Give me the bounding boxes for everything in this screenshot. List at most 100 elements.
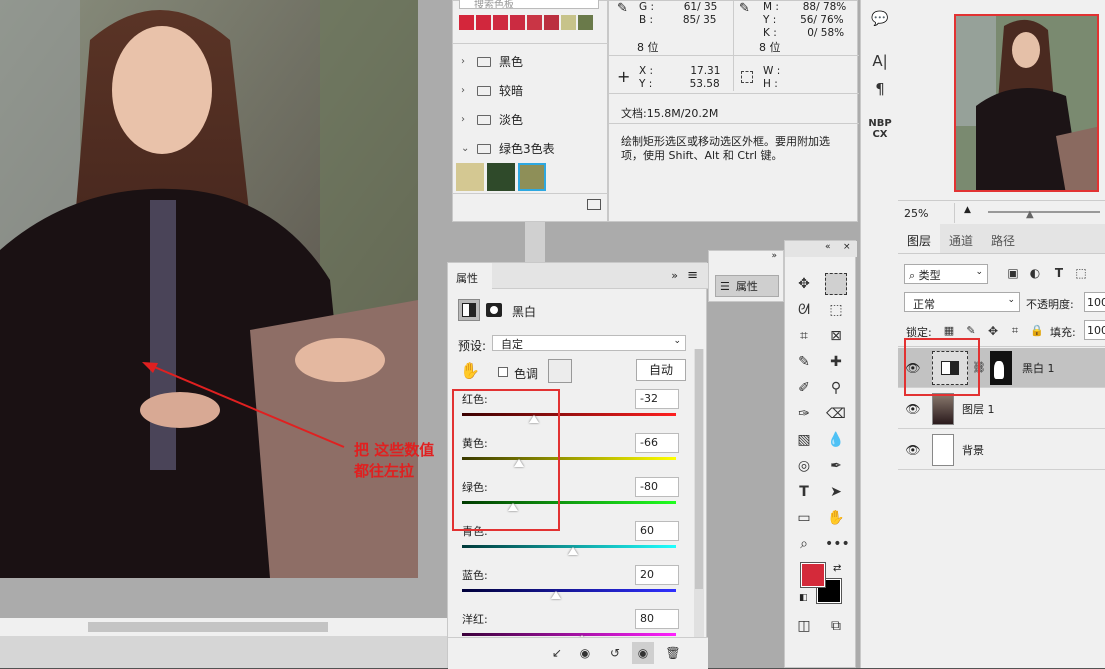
visibility-eye-icon[interactable]: 👁 bbox=[904, 402, 922, 416]
layer-filter-dropdown[interactable]: ⌕ 类型 ⌄ bbox=[904, 264, 988, 284]
preset-dropdown[interactable]: 自定 ⌄ bbox=[492, 335, 686, 351]
gradient-tool-icon[interactable]: ▧ bbox=[793, 429, 815, 451]
slider-value-input[interactable]: -66 bbox=[635, 433, 679, 453]
filter-type-icon[interactable]: T bbox=[1048, 262, 1070, 284]
color-swatch[interactable] bbox=[578, 15, 593, 30]
zoom-slider-thumb[interactable]: ▲ bbox=[1026, 209, 1034, 220]
clip-to-layer-icon[interactable]: ↙ bbox=[546, 642, 568, 664]
move-tool-icon[interactable]: ✥ bbox=[793, 273, 815, 295]
properties-scrollbar[interactable] bbox=[694, 349, 704, 637]
swatch-search-input[interactable]: 搜索色板 bbox=[459, 0, 599, 9]
tab-channels[interactable]: 通道 bbox=[940, 224, 982, 253]
lock-position-icon[interactable]: ✥ bbox=[982, 320, 1004, 342]
slider-thumb[interactable] bbox=[568, 547, 579, 555]
close-icon[interactable]: × bbox=[843, 242, 851, 252]
zoom-slider[interactable] bbox=[988, 211, 1100, 213]
filter-pixel-icon[interactable]: ▣ bbox=[1002, 262, 1024, 284]
dodge-tool-icon[interactable]: ◎ bbox=[793, 455, 815, 477]
slider-value-input[interactable]: 60 bbox=[635, 521, 679, 541]
slider-track[interactable] bbox=[462, 633, 676, 636]
crop-tool-icon[interactable]: ⌗ bbox=[793, 325, 815, 347]
foreground-color-swatch[interactable] bbox=[800, 562, 826, 588]
visibility-eye-icon[interactable]: ◉ bbox=[632, 642, 654, 664]
color-swatch[interactable] bbox=[476, 15, 491, 30]
auto-button[interactable]: 自动 bbox=[636, 359, 686, 381]
mask-icon[interactable] bbox=[486, 303, 502, 317]
visibility-eye-icon[interactable]: 👁 bbox=[904, 443, 922, 457]
path-select-icon[interactable]: ➤ bbox=[825, 481, 847, 503]
new-folder-icon[interactable] bbox=[587, 199, 601, 210]
color-swatch[interactable] bbox=[518, 163, 546, 191]
collapse-icon[interactable]: « bbox=[825, 242, 831, 252]
frame-tool-icon[interactable]: ⊠ bbox=[825, 325, 847, 347]
slider-value-input[interactable]: -80 bbox=[635, 477, 679, 497]
lasso-tool-icon[interactable]: ᘛ bbox=[793, 299, 815, 321]
reset-icon[interactable]: ↺ bbox=[604, 642, 626, 664]
glyphs-panel-icon[interactable]: NBP CX bbox=[863, 118, 897, 140]
character-panel-icon[interactable]: A| bbox=[869, 50, 891, 72]
swap-colors-icon[interactable]: ⇄ bbox=[833, 563, 841, 574]
layer-row-background[interactable]: 👁 背景 bbox=[898, 430, 1105, 470]
blend-mode-dropdown[interactable]: 正常 ⌄ bbox=[904, 292, 1020, 312]
screen-mode-icon[interactable]: ⧉ bbox=[825, 615, 847, 637]
collapse-icon[interactable]: » bbox=[671, 269, 678, 282]
color-swatch[interactable] bbox=[561, 15, 576, 30]
healing-brush-icon[interactable]: ✚ bbox=[825, 351, 847, 373]
navigator-thumbnail[interactable] bbox=[954, 14, 1099, 192]
color-swatch[interactable] bbox=[459, 15, 474, 30]
paragraph-panel-icon[interactable]: ¶ bbox=[869, 78, 891, 100]
zoom-value[interactable]: 25% bbox=[904, 207, 928, 220]
color-swatch[interactable] bbox=[487, 163, 515, 191]
brush-tool-icon[interactable]: ✐ bbox=[793, 377, 815, 399]
lock-artboard-icon[interactable]: ⌗ bbox=[1004, 320, 1026, 342]
chevron-right-icon[interactable]: › bbox=[461, 56, 469, 67]
swatch-folder-green3[interactable]: ⌄ 绿色3色表 bbox=[453, 134, 609, 163]
chevron-down-icon[interactable]: ⌄ bbox=[461, 143, 469, 154]
more-tools-icon[interactable]: ••• bbox=[825, 533, 850, 555]
filter-shape-icon[interactable]: ⬚ bbox=[1070, 262, 1092, 284]
rectangle-tool-icon[interactable]: ▭ bbox=[793, 507, 815, 529]
panel-menu-icon[interactable]: ≡ bbox=[687, 268, 698, 283]
slider-track[interactable] bbox=[462, 589, 676, 592]
object-select-icon[interactable]: ⬚ bbox=[825, 299, 847, 321]
stamp-tool-icon[interactable]: ⚲ bbox=[825, 377, 847, 399]
slider-value-input[interactable]: 80 bbox=[635, 609, 679, 629]
swatch-folder-light[interactable]: › 淡色 bbox=[453, 105, 609, 134]
default-colors-icon[interactable]: ◧ bbox=[799, 593, 808, 603]
tint-checkbox[interactable] bbox=[498, 367, 508, 377]
chevron-right-icon[interactable]: › bbox=[461, 114, 469, 125]
swatch-folder-darker[interactable]: › 较暗 bbox=[453, 76, 609, 105]
hand-tool-icon[interactable]: ✋ bbox=[825, 507, 847, 529]
tint-color-swatch[interactable] bbox=[548, 359, 572, 383]
tab-layers[interactable]: 图层 bbox=[898, 224, 941, 253]
lock-all-icon[interactable]: 🔒 bbox=[1026, 320, 1048, 342]
tab-properties[interactable]: 属性 bbox=[448, 263, 492, 290]
color-swatch[interactable] bbox=[527, 15, 542, 30]
comment-icon[interactable]: 💬 bbox=[869, 8, 891, 30]
chevron-right-icon[interactable]: › bbox=[461, 85, 469, 96]
properties-button[interactable]: ☰ 属性 bbox=[715, 275, 779, 297]
swatch-folder-black[interactable]: › 黑色 bbox=[453, 47, 609, 76]
hand-target-icon[interactable]: ✋ bbox=[460, 361, 480, 380]
slider-value-input[interactable]: 20 bbox=[635, 565, 679, 585]
expand-icon[interactable]: » bbox=[771, 251, 777, 261]
zoom-tool-icon[interactable]: ⌕ bbox=[793, 533, 815, 555]
color-swatch[interactable] bbox=[544, 15, 559, 30]
zoom-out-icon[interactable]: ▲ bbox=[964, 205, 971, 215]
blur-tool-icon[interactable]: 💧 bbox=[825, 429, 847, 451]
type-tool-icon[interactable]: T bbox=[793, 481, 815, 503]
trash-icon[interactable]: 🗑 bbox=[662, 642, 684, 664]
filter-adjustment-icon[interactable]: ◐ bbox=[1024, 262, 1046, 284]
opacity-input[interactable]: 100 bbox=[1084, 292, 1105, 312]
color-swatch[interactable] bbox=[493, 15, 508, 30]
layer-mask-thumb[interactable] bbox=[989, 350, 1012, 385]
color-swatch[interactable] bbox=[510, 15, 525, 30]
eyedropper-tool-icon[interactable]: ✎ bbox=[793, 351, 815, 373]
quick-mask-icon[interactable]: ◫ bbox=[793, 615, 815, 637]
slider-thumb[interactable] bbox=[551, 591, 562, 599]
color-swatch[interactable] bbox=[456, 163, 484, 191]
history-brush-icon[interactable]: ✑ bbox=[793, 403, 815, 425]
canvas-scroll-thumb[interactable] bbox=[88, 622, 328, 632]
marquee-tool-icon[interactable] bbox=[825, 273, 847, 295]
properties-scroll-thumb[interactable] bbox=[695, 349, 703, 589]
